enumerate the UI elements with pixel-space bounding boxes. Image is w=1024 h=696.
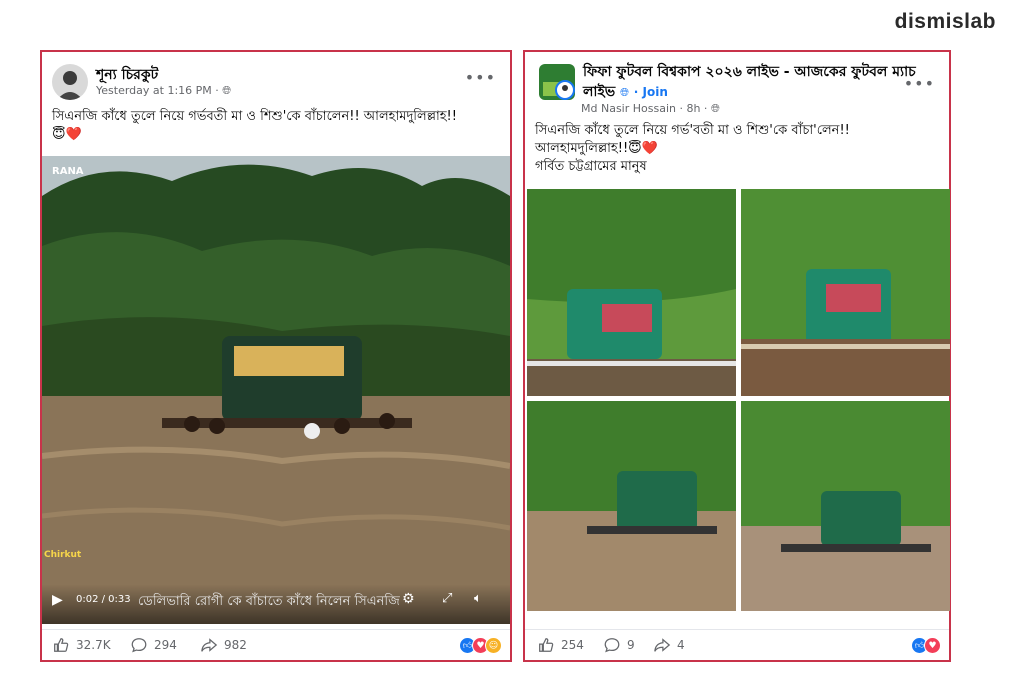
post-header: ফিফা ফুটবল বিশ্বকাপ ২০২৬ লাইভ - আজকের ফু… <box>535 60 943 104</box>
share-button[interactable]: 4 <box>653 636 685 654</box>
share-icon <box>654 638 671 652</box>
post-caption: সিএনজি কাঁধে তুলে নিয়ে গর্ভ'বতী মা ও শি… <box>535 122 945 176</box>
share-button[interactable]: 982 <box>200 636 247 654</box>
comment-count: 294 <box>154 638 177 652</box>
caption-emoji: 😇❤️ <box>52 127 82 142</box>
photo[interactable] <box>741 189 950 396</box>
comment-button[interactable]: 294 <box>130 636 177 654</box>
post-header: শূন্য চিরকুট Yesterday at 1:16 PM · 🌐︎ •… <box>48 60 504 104</box>
group-avatar[interactable] <box>539 64 575 100</box>
like-button[interactable]: 254 <box>537 636 584 654</box>
reaction-icons[interactable]: 👍︎ ♥ ☺ <box>459 637 502 654</box>
member-time-text[interactable]: Md Nasir Hossain · 8h · <box>581 102 711 115</box>
video-watermark: RANA <box>52 166 84 177</box>
comment-button[interactable]: 9 <box>603 636 635 654</box>
post-footer: 32.7K 294 982 👍︎ ♥ ☺ <box>42 629 510 660</box>
facebook-post-2: ফিফা ফুটবল বিশ্বকাপ ২০২৬ লাইভ - আজকের ফু… <box>523 50 951 662</box>
settings-icon[interactable]: ⚙ <box>402 591 415 607</box>
like-button[interactable]: 32.7K <box>52 636 111 654</box>
care-reaction-icon: ☺ <box>485 637 502 654</box>
timestamp-text[interactable]: Yesterday at 1:16 PM · <box>96 84 222 97</box>
more-options-icon[interactable]: ••• <box>904 74 935 93</box>
group-name[interactable]: ফিফা ফুটবল বিশ্বকাপ ২০২৬ লাইভ - আজকের ফু… <box>583 62 923 103</box>
globe-icon: 🌐︎ <box>710 102 720 115</box>
video-frame <box>42 156 510 624</box>
globe-icon: 🌐︎ <box>222 84 232 97</box>
play-icon[interactable]: ▶ <box>52 592 63 608</box>
video-controls: ▶ 0:02 / 0:33 ডেলিভারি রোগী কে বাঁচাতে ক… <box>42 584 510 624</box>
like-count: 254 <box>561 638 584 652</box>
post-timestamp[interactable]: Yesterday at 1:16 PM · 🌐︎ <box>96 84 231 98</box>
fullscreen-icon[interactable]: ⤢ <box>442 591 452 606</box>
facebook-post-1: শূন্য চিরকুট Yesterday at 1:16 PM · 🌐︎ •… <box>40 50 512 662</box>
comment-icon <box>604 638 620 653</box>
photo[interactable] <box>527 189 736 396</box>
love-reaction-icon: ♥ <box>924 637 941 654</box>
share-icon <box>201 638 218 652</box>
like-count: 32.7K <box>76 638 111 652</box>
mute-icon[interactable]: 🔈︎ <box>474 591 482 606</box>
photo[interactable] <box>741 401 950 611</box>
photo[interactable] <box>527 401 736 611</box>
caption-line: আলহামদুলিল্লাহ!!😇❤️ <box>535 141 658 156</box>
caption-line: সিএনজি কাঁধে তুলে নিয়ে গর্ভ'বতী মা ও শি… <box>535 123 850 138</box>
post-meta[interactable]: Md Nasir Hossain · 8h · 🌐︎ <box>581 102 720 116</box>
like-icon <box>539 638 554 652</box>
more-options-icon[interactable]: ••• <box>465 68 496 87</box>
video-player[interactable]: RANA Chirkut ▶ 0:02 / 0:33 ডেলিভারি রোগী… <box>42 156 510 624</box>
comment-icon <box>131 638 147 653</box>
caption-text: সিএনজি কাঁধে তুলে নিয়ে গর্ভবতী মা ও শিশ… <box>52 109 457 124</box>
join-link[interactable]: · Join <box>634 85 668 99</box>
photo-grid[interactable] <box>527 189 951 611</box>
comment-count: 9 <box>627 638 635 652</box>
post-footer: 254 9 4 👍︎ ♥ <box>525 629 949 660</box>
like-icon <box>54 638 69 652</box>
dismislab-logo: dismislab <box>894 10 996 33</box>
post-caption: সিএনজি কাঁধে তুলে নিয়ে গর্ভবতী মা ও শিশ… <box>52 108 507 144</box>
channel-watermark: Chirkut <box>44 550 82 560</box>
reaction-icons[interactable]: 👍︎ ♥ <box>911 637 941 654</box>
avatar[interactable] <box>52 64 88 100</box>
share-count: 982 <box>224 638 247 652</box>
caption-line: গর্বিত চট্টগ্রামের মানুষ <box>535 159 647 174</box>
video-time: 0:02 / 0:33 <box>76 594 131 605</box>
video-subtitle: ডেলিভারি রোগী কে বাঁচাতে কাঁধে নিলেন সিএ… <box>138 594 400 609</box>
globe-icon: 🌐︎ <box>620 86 629 99</box>
share-count: 4 <box>677 638 685 652</box>
